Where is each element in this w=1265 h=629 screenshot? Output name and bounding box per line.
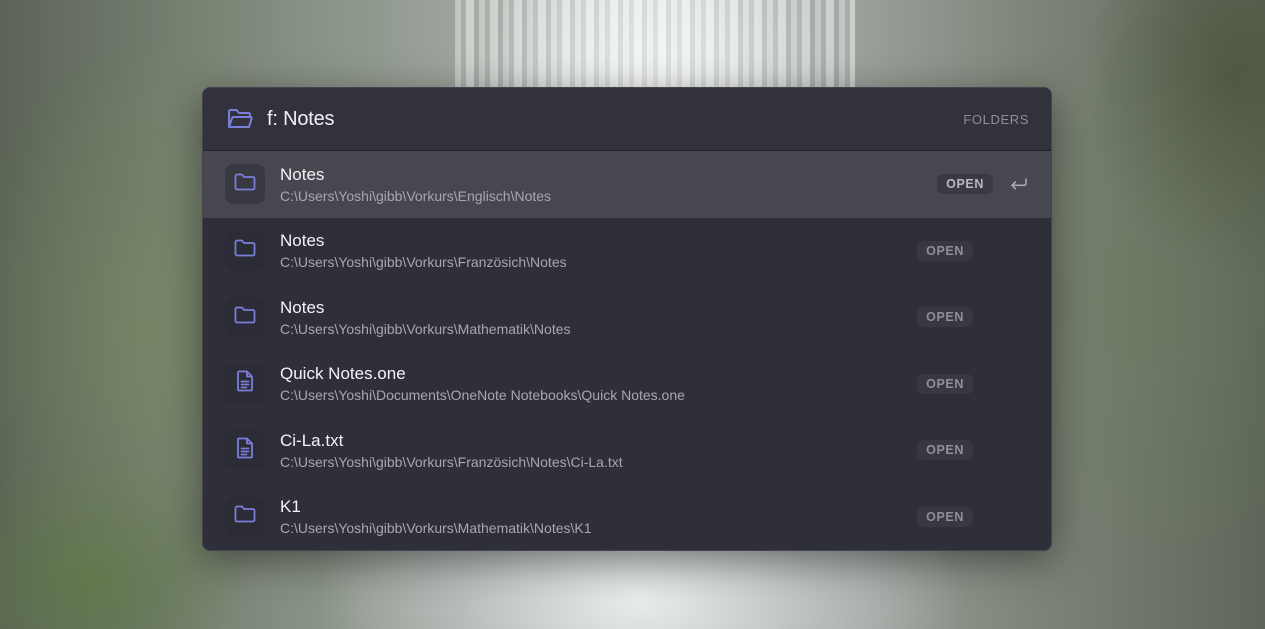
open-button[interactable]: OPEN	[917, 240, 973, 261]
result-row[interactable]: Notes C:\Users\Yoshi\gibb\Vorkurs\Franzö…	[203, 218, 1051, 285]
result-icon-box	[225, 230, 265, 271]
open-button[interactable]: OPEN	[937, 174, 993, 195]
result-path: C:\Users\Yoshi\gibb\Vorkurs\Französich\N…	[280, 453, 623, 470]
result-row[interactable]: K1 C:\Users\Yoshi\gibb\Vorkurs\Mathemati…	[203, 484, 1051, 551]
result-path: C:\Users\Yoshi\gibb\Vorkurs\Mathematik\N…	[280, 520, 592, 537]
result-name: Ci-La.txt	[280, 430, 344, 450]
result-name: Notes	[280, 297, 325, 317]
folder-open-icon	[227, 108, 253, 130]
result-name: Notes	[280, 231, 325, 251]
result-path: C:\Users\Yoshi\gibb\Vorkurs\Mathematik\N…	[280, 320, 571, 337]
file-icon	[236, 370, 254, 397]
search-header: f: Notes FOLDERS	[203, 88, 1051, 151]
waterfall-background	[455, 0, 855, 100]
result-row[interactable]: Ci-La.txt C:\Users\Yoshi\gibb\Vorkurs\Fr…	[203, 417, 1051, 484]
result-icon-box	[225, 363, 265, 404]
result-row[interactable]: Notes C:\Users\Yoshi\gibb\Vorkurs\Englis…	[203, 151, 1051, 218]
folder-icon	[234, 306, 256, 329]
search-input[interactable]: f: Notes	[267, 108, 963, 131]
open-button[interactable]: OPEN	[917, 440, 973, 461]
result-path: C:\Users\Yoshi\Documents\OneNote Noteboo…	[280, 387, 685, 404]
folder-icon	[234, 239, 256, 262]
file-icon	[236, 437, 254, 464]
results-list: Notes C:\Users\Yoshi\gibb\Vorkurs\Englis…	[203, 151, 1051, 550]
result-path: C:\Users\Yoshi\gibb\Vorkurs\Englisch\Not…	[280, 187, 552, 204]
result-row[interactable]: Quick Notes.one C:\Users\Yoshi\Documents…	[203, 351, 1051, 418]
folder-icon	[234, 173, 256, 196]
result-row[interactable]: Notes C:\Users\Yoshi\gibb\Vorkurs\Mathem…	[203, 284, 1051, 351]
search-palette: f: Notes FOLDERS Notes C:\Users\Yoshi\gi…	[202, 87, 1052, 551]
open-button[interactable]: OPEN	[917, 506, 973, 527]
open-button[interactable]: OPEN	[917, 373, 973, 394]
result-icon-box	[225, 297, 265, 338]
result-icon-box	[225, 164, 265, 205]
return-key-icon	[1009, 174, 1029, 194]
open-button[interactable]: OPEN	[917, 307, 973, 328]
result-name: Notes	[280, 164, 325, 184]
result-path: C:\Users\Yoshi\gibb\Vorkurs\Französich\N…	[280, 254, 567, 271]
result-name: Quick Notes.one	[280, 364, 406, 384]
result-icon-box	[225, 496, 265, 537]
result-name: K1	[280, 497, 301, 517]
folder-icon	[234, 505, 256, 528]
scope-label: FOLDERS	[963, 111, 1029, 127]
result-icon-box	[225, 430, 265, 471]
